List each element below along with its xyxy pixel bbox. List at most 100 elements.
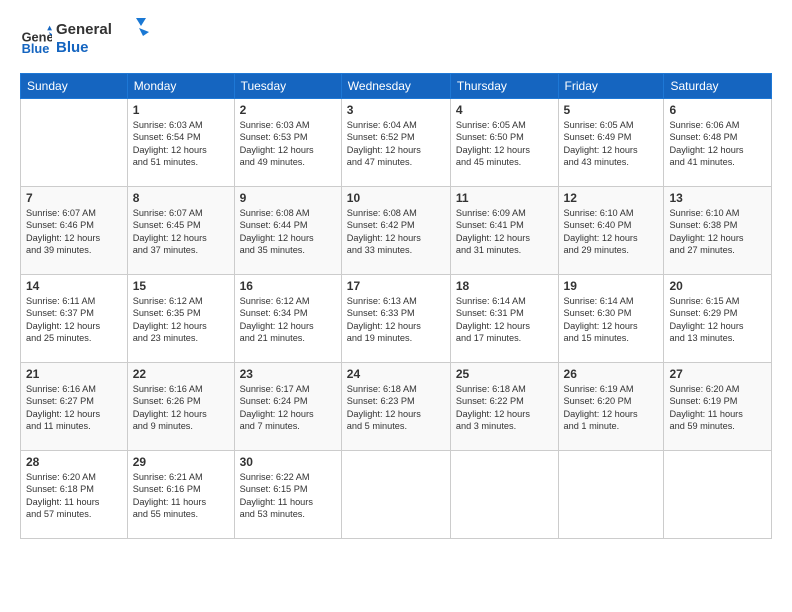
calendar-cell: 24 Sunrise: 6:18 AM Sunset: 6:23 PM Dayli… xyxy=(341,363,450,451)
calendar-cell: 25 Sunrise: 6:18 AM Sunset: 6:22 PM Dayli… xyxy=(450,363,558,451)
day-number: 17 xyxy=(347,279,445,293)
day-number: 15 xyxy=(133,279,229,293)
calendar-cell: 19 Sunrise: 6:14 AM Sunset: 6:30 PM Dayli… xyxy=(558,275,664,363)
day-info: Sunrise: 6:06 AM Sunset: 6:48 PM Dayligh… xyxy=(669,119,766,169)
day-number: 9 xyxy=(240,191,336,205)
day-number: 25 xyxy=(456,367,553,381)
svg-text:General: General xyxy=(56,21,112,38)
svg-text:Blue: Blue xyxy=(56,39,89,56)
calendar-cell: 1 Sunrise: 6:03 AM Sunset: 6:54 PM Daylig… xyxy=(127,99,234,187)
calendar-cell: 18 Sunrise: 6:14 AM Sunset: 6:31 PM Dayli… xyxy=(450,275,558,363)
day-number: 21 xyxy=(26,367,122,381)
calendar-cell: 3 Sunrise: 6:04 AM Sunset: 6:52 PM Daylig… xyxy=(341,99,450,187)
calendar-cell: 7 Sunrise: 6:07 AM Sunset: 6:46 PM Daylig… xyxy=(21,187,128,275)
day-number: 11 xyxy=(456,191,553,205)
col-sunday: Sunday xyxy=(21,74,128,99)
day-number: 2 xyxy=(240,103,336,117)
day-number: 19 xyxy=(564,279,659,293)
day-number: 7 xyxy=(26,191,122,205)
day-info: Sunrise: 6:05 AM Sunset: 6:50 PM Dayligh… xyxy=(456,119,553,169)
day-info: Sunrise: 6:10 AM Sunset: 6:40 PM Dayligh… xyxy=(564,207,659,257)
col-friday: Friday xyxy=(558,74,664,99)
calendar-cell: 29 Sunrise: 6:21 AM Sunset: 6:16 PM Dayli… xyxy=(127,451,234,539)
calendar-cell xyxy=(664,451,772,539)
calendar-table: Sunday Monday Tuesday Wednesday Thursday… xyxy=(20,73,772,539)
day-info: Sunrise: 6:14 AM Sunset: 6:31 PM Dayligh… xyxy=(456,295,553,345)
day-info: Sunrise: 6:15 AM Sunset: 6:29 PM Dayligh… xyxy=(669,295,766,345)
header: General Blue General Blue xyxy=(20,16,772,63)
day-number: 6 xyxy=(669,103,766,117)
day-info: Sunrise: 6:18 AM Sunset: 6:23 PM Dayligh… xyxy=(347,383,445,433)
calendar-cell: 23 Sunrise: 6:17 AM Sunset: 6:24 PM Dayli… xyxy=(234,363,341,451)
day-info: Sunrise: 6:03 AM Sunset: 6:54 PM Dayligh… xyxy=(133,119,229,169)
calendar-cell xyxy=(450,451,558,539)
calendar-cell: 6 Sunrise: 6:06 AM Sunset: 6:48 PM Daylig… xyxy=(664,99,772,187)
calendar-cell: 11 Sunrise: 6:09 AM Sunset: 6:41 PM Dayli… xyxy=(450,187,558,275)
calendar-cell: 15 Sunrise: 6:12 AM Sunset: 6:35 PM Dayli… xyxy=(127,275,234,363)
day-info: Sunrise: 6:04 AM Sunset: 6:52 PM Dayligh… xyxy=(347,119,445,169)
day-number: 1 xyxy=(133,103,229,117)
col-monday: Monday xyxy=(127,74,234,99)
col-thursday: Thursday xyxy=(450,74,558,99)
day-info: Sunrise: 6:10 AM Sunset: 6:38 PM Dayligh… xyxy=(669,207,766,257)
day-number: 18 xyxy=(456,279,553,293)
day-info: Sunrise: 6:22 AM Sunset: 6:15 PM Dayligh… xyxy=(240,471,336,521)
day-info: Sunrise: 6:14 AM Sunset: 6:30 PM Dayligh… xyxy=(564,295,659,345)
day-number: 30 xyxy=(240,455,336,469)
col-saturday: Saturday xyxy=(664,74,772,99)
weekday-header-row: Sunday Monday Tuesday Wednesday Thursday… xyxy=(21,74,772,99)
day-number: 29 xyxy=(133,455,229,469)
page: General Blue General Blue Sunday xyxy=(0,0,792,612)
calendar-cell: 16 Sunrise: 6:12 AM Sunset: 6:34 PM Dayli… xyxy=(234,275,341,363)
calendar-cell: 14Sunrise: 6:11 AM Sunset: 6:37 PM Dayli… xyxy=(21,275,128,363)
calendar-cell: 13Sunrise: 6:10 AM Sunset: 6:38 PM Dayli… xyxy=(664,187,772,275)
calendar-cell: 26 Sunrise: 6:19 AM Sunset: 6:20 PM Dayli… xyxy=(558,363,664,451)
day-number: 8 xyxy=(133,191,229,205)
calendar-cell: 8 Sunrise: 6:07 AM Sunset: 6:45 PM Daylig… xyxy=(127,187,234,275)
day-info: Sunrise: 6:12 AM Sunset: 6:35 PM Dayligh… xyxy=(133,295,229,345)
day-info: Sunrise: 6:19 AM Sunset: 6:20 PM Dayligh… xyxy=(564,383,659,433)
calendar-cell: 22 Sunrise: 6:16 AM Sunset: 6:26 PM Dayli… xyxy=(127,363,234,451)
day-number: 26 xyxy=(564,367,659,381)
calendar-week-row: 1 Sunrise: 6:03 AM Sunset: 6:54 PM Daylig… xyxy=(21,99,772,187)
day-info: Sunrise: 6:17 AM Sunset: 6:24 PM Dayligh… xyxy=(240,383,336,433)
day-info: Sunrise: 6:12 AM Sunset: 6:34 PM Dayligh… xyxy=(240,295,336,345)
day-info: Sunrise: 6:07 AM Sunset: 6:45 PM Dayligh… xyxy=(133,207,229,257)
day-info: Sunrise: 6:18 AM Sunset: 6:22 PM Dayligh… xyxy=(456,383,553,433)
day-info: Sunrise: 6:16 AM Sunset: 6:27 PM Dayligh… xyxy=(26,383,122,433)
day-number: 14 xyxy=(26,279,122,293)
logo-icon: General Blue xyxy=(20,24,52,56)
day-number: 27 xyxy=(669,367,766,381)
calendar-cell: 12 Sunrise: 6:10 AM Sunset: 6:40 PM Dayli… xyxy=(558,187,664,275)
calendar-week-row: 14Sunrise: 6:11 AM Sunset: 6:37 PM Dayli… xyxy=(21,275,772,363)
calendar-cell: 17 Sunrise: 6:13 AM Sunset: 6:33 PM Dayli… xyxy=(341,275,450,363)
calendar-cell: 20 Sunrise: 6:15 AM Sunset: 6:29 PM Dayli… xyxy=(664,275,772,363)
day-number: 4 xyxy=(456,103,553,117)
day-info: Sunrise: 6:07 AM Sunset: 6:46 PM Dayligh… xyxy=(26,207,122,257)
calendar-week-row: 21 Sunrise: 6:16 AM Sunset: 6:27 PM Dayli… xyxy=(21,363,772,451)
day-number: 24 xyxy=(347,367,445,381)
calendar-cell xyxy=(341,451,450,539)
calendar-cell: 27 Sunrise: 6:20 AM Sunset: 6:19 PM Dayli… xyxy=(664,363,772,451)
day-info: Sunrise: 6:08 AM Sunset: 6:44 PM Dayligh… xyxy=(240,207,336,257)
col-wednesday: Wednesday xyxy=(341,74,450,99)
calendar-cell: 5Sunrise: 6:05 AM Sunset: 6:49 PM Daylig… xyxy=(558,99,664,187)
calendar-cell: 9 Sunrise: 6:08 AM Sunset: 6:44 PM Daylig… xyxy=(234,187,341,275)
day-info: Sunrise: 6:09 AM Sunset: 6:41 PM Dayligh… xyxy=(456,207,553,257)
calendar-cell: 4 Sunrise: 6:05 AM Sunset: 6:50 PM Daylig… xyxy=(450,99,558,187)
calendar-cell: 10Sunrise: 6:08 AM Sunset: 6:42 PM Dayli… xyxy=(341,187,450,275)
calendar-week-row: 7 Sunrise: 6:07 AM Sunset: 6:46 PM Daylig… xyxy=(21,187,772,275)
day-info: Sunrise: 6:13 AM Sunset: 6:33 PM Dayligh… xyxy=(347,295,445,345)
col-tuesday: Tuesday xyxy=(234,74,341,99)
day-info: Sunrise: 6:08 AM Sunset: 6:42 PM Dayligh… xyxy=(347,207,445,257)
day-info: Sunrise: 6:16 AM Sunset: 6:26 PM Dayligh… xyxy=(133,383,229,433)
day-info: Sunrise: 6:21 AM Sunset: 6:16 PM Dayligh… xyxy=(133,471,229,521)
day-info: Sunrise: 6:20 AM Sunset: 6:19 PM Dayligh… xyxy=(669,383,766,433)
day-number: 12 xyxy=(564,191,659,205)
day-number: 3 xyxy=(347,103,445,117)
day-number: 16 xyxy=(240,279,336,293)
day-number: 20 xyxy=(669,279,766,293)
day-number: 22 xyxy=(133,367,229,381)
day-number: 23 xyxy=(240,367,336,381)
logo-svg: General Blue xyxy=(56,16,151,58)
